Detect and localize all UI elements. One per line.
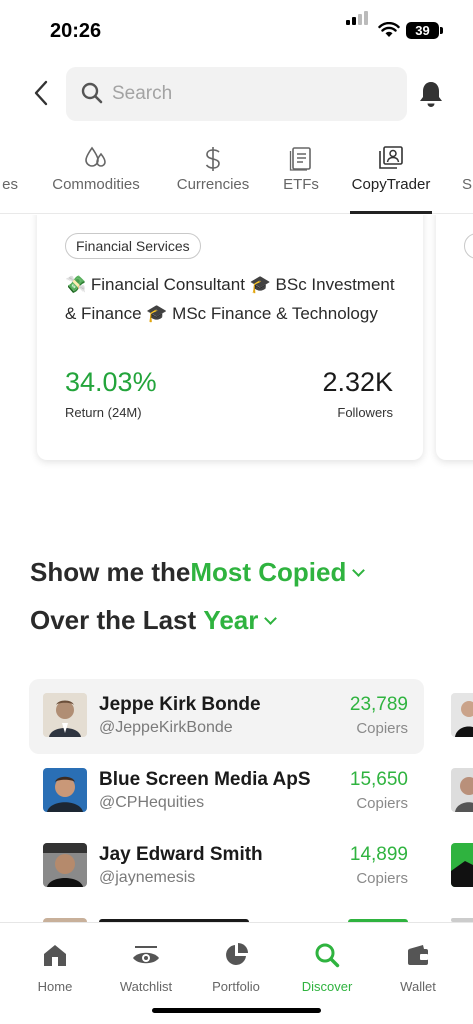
next-category-chip [464,233,473,259]
avatar [43,843,87,887]
copiers-count: 15,650 [349,769,408,790]
followers-value: 2.32K [322,367,393,397]
battery-tip [440,27,443,34]
filter-line-period: Over the Last Year [30,605,278,636]
tab-next[interactable]: S [462,140,473,214]
pie-chart-icon [226,943,248,965]
avatar [43,693,87,737]
stocks-icon [0,145,4,169]
next-column-avatar[interactable] [451,843,473,887]
nav-discover[interactable]: Discover [287,941,367,994]
trader-row[interactable]: Blue Screen Media ApS @CPHequities 15,65… [29,754,424,829]
next-column-avatar[interactable] [451,693,473,737]
active-tab-underline [350,211,432,214]
copiers-label: Copiers [356,870,408,887]
next-trader-card[interactable] [436,215,473,460]
trader-row[interactable]: Jay Edward Smith @jaynemesis 14,899 Copi… [29,829,424,904]
nav-portfolio[interactable]: Portfolio [196,941,276,994]
return-value: 34.03% [65,367,157,397]
category-tabs: es Commodities Currencies ETFs CopyTrade… [0,140,473,214]
tab-etfs[interactable]: ETFs [276,140,326,214]
document-icon [289,147,311,171]
battery-indicator: 39 [406,22,439,39]
sort-dropdown[interactable]: Most Copied [190,557,346,587]
trader-card[interactable]: Financial Services 💸 Financial Consultan… [37,215,423,460]
wifi-icon [378,22,400,37]
trader-row-partial[interactable] [29,904,424,922]
trader-name: Jeppe Kirk Bonde [99,694,261,715]
trader-row[interactable]: Jeppe Kirk Bonde @JeppeKirkBonde 23,789 … [29,679,424,754]
period-dropdown[interactable]: Year [203,605,258,635]
trader-handle: @CPHequities [99,794,205,811]
nav-wallet[interactable]: Wallet [378,941,458,994]
avatar [43,768,87,812]
nav-watchlist[interactable]: Watchlist [106,941,186,994]
tab-commodities[interactable]: Commodities [48,140,144,214]
nav-home[interactable]: Home [15,941,95,994]
search-icon [81,82,103,104]
return-label: Return (24M) [65,405,142,420]
category-chip: Financial Services [65,233,201,259]
sort-chevron-down-icon[interactable] [352,564,366,577]
next-column-avatar[interactable] [451,768,473,812]
trader-bio: 💸 Financial Consultant 🎓 BSc Investment … [65,275,395,323]
home-indicator [152,1008,321,1013]
trader-name: Blue Screen Media ApS [99,769,311,790]
tab-stocks[interactable]: es [0,140,18,214]
followers-label: Followers [337,405,393,420]
filter-line-most-copied: Show me theMost Copied [30,557,366,588]
wallet-icon [408,945,428,965]
bell-icon[interactable] [418,80,444,108]
copiers-label: Copiers [356,795,408,812]
featured-traders-carousel: Financial Services 💸 Financial Consultan… [0,215,473,485]
search-bar[interactable] [66,67,407,121]
trader-name: Jay Edward Smith [99,844,263,865]
eye-icon [133,946,159,964]
copiers-count: 14,899 [349,844,408,865]
followers-stat: 2.32K Followers [322,365,393,420]
home-icon [44,945,66,966]
copytrader-icon [379,146,403,169]
droplets-icon [85,146,106,167]
search-input[interactable] [112,79,392,109]
tab-copytrader[interactable]: CopyTrader [350,140,432,214]
copiers-count: 23,789 [349,694,408,715]
search-icon [315,943,340,968]
period-chevron-down-icon[interactable] [264,612,278,625]
trader-handle: @jaynemesis [99,869,196,886]
dollar-icon [205,147,220,171]
status-time: 20:26 [50,20,102,42]
status-bar: 20:26 39 [0,0,473,62]
return-stat: 34.03% Return (24M) [65,365,157,420]
tab-currencies[interactable]: Currencies [170,140,256,214]
trader-handle: @JeppeKirkBonde [99,719,233,736]
back-chevron-icon[interactable] [30,79,54,107]
copiers-label: Copiers [356,720,408,737]
